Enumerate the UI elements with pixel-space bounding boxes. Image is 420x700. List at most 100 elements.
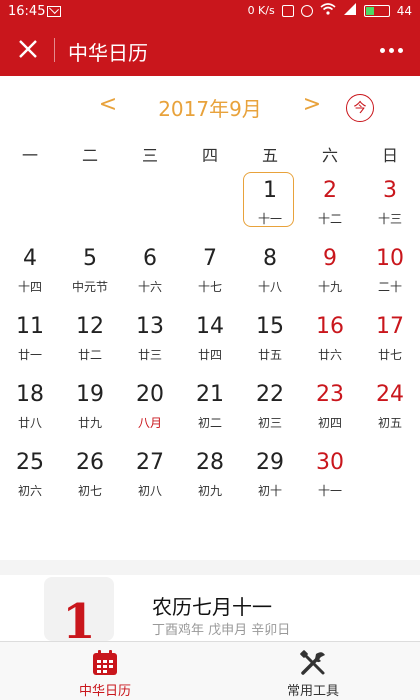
lunar-day: 十八: [257, 280, 282, 294]
status-bar: 16:45 0 K/s 44: [0, 0, 420, 24]
month-navigation: < 2017年9月 > 今: [0, 76, 420, 136]
tab-tools[interactable]: 常用工具: [258, 648, 368, 699]
day-number: 14: [196, 314, 224, 339]
calendar-day-cell: [0, 170, 60, 238]
lunar-day: 廿五: [257, 348, 282, 362]
calendar-day-cell[interactable]: 13 廿三: [120, 306, 180, 374]
calendar-day-cell[interactable]: 14 廿四: [180, 306, 240, 374]
day-number: 27: [136, 450, 164, 475]
weekday-header: 一 二 三 四 五 六 日: [0, 142, 420, 168]
lunar-day: 十一: [257, 212, 282, 226]
next-month-button[interactable]: >: [300, 92, 324, 117]
calendar-day-cell[interactable]: 24 初五: [360, 374, 420, 442]
day-number: 23: [316, 382, 344, 407]
tools-icon: [300, 650, 325, 675]
day-number: 29: [256, 450, 284, 475]
tab-calendar[interactable]: 中华日历: [50, 648, 160, 699]
calendar-day-cell: [360, 442, 420, 510]
calendar-day-cell[interactable]: 16 廿六: [300, 306, 360, 374]
calendar-week-row: 25 初六 26 初七 27 初八 28 初九 29 初十 30 十一: [0, 442, 420, 510]
weekday-label: 一: [21, 146, 38, 165]
calendar-day-cell[interactable]: 25 初六: [0, 442, 60, 510]
day-number: 21: [196, 382, 224, 407]
calendar-week-row: 11 廿一 12 廿二 13 廿三 14 廿四 15 廿五 16 廿六 17 廿七: [0, 306, 420, 374]
day-number: 15: [256, 314, 284, 339]
tab-calendar-label: 中华日历: [78, 684, 131, 699]
calendar-day-cell[interactable]: 15 廿五: [240, 306, 300, 374]
calendar-day-cell[interactable]: 18 廿八: [0, 374, 60, 442]
title-divider: [54, 38, 55, 62]
day-number: 8: [263, 246, 277, 271]
lunar-day: 廿七: [377, 348, 402, 362]
close-icon: [19, 40, 37, 58]
calendar-day-cell[interactable]: 26 初七: [60, 442, 120, 510]
lunar-day: 初二: [197, 416, 222, 430]
weekday-label: 三: [141, 146, 158, 165]
close-button[interactable]: [14, 36, 42, 64]
calendar-day-cell[interactable]: 8 十八: [240, 238, 300, 306]
calendar-week-row: 1 十一 2 十二 3 十三: [0, 170, 420, 238]
calendar-day-cell[interactable]: 30 十一: [300, 442, 360, 510]
calendar-day-cell[interactable]: 17 廿七: [360, 306, 420, 374]
prev-month-button[interactable]: <: [96, 92, 120, 117]
weekday-label: 五: [261, 146, 278, 165]
more-dot-icon: [379, 47, 385, 53]
day-number: 2: [323, 178, 337, 203]
today-button[interactable]: 今: [346, 94, 374, 122]
wifi-icon: [320, 3, 336, 18]
calendar-day-cell[interactable]: 22 初三: [240, 374, 300, 442]
day-number: 28: [196, 450, 224, 475]
lunar-day: 廿四: [197, 348, 222, 362]
battery-fill: [365, 6, 375, 15]
lunar-day: 廿八: [17, 416, 42, 430]
calendar-day-cell[interactable]: 19 廿九: [60, 374, 120, 442]
day-number: 20: [136, 382, 164, 407]
calendar-day-cell[interactable]: 4 十四: [0, 238, 60, 306]
calendar-day-cell[interactable]: 11 廿一: [0, 306, 60, 374]
calendar-day-cell[interactable]: 23 初四: [300, 374, 360, 442]
calendar-day-cell[interactable]: 3 十三: [360, 170, 420, 238]
calendar-day-cell[interactable]: 21 初二: [180, 374, 240, 442]
calendar-day-cell[interactable]: 5 中元节: [60, 238, 120, 306]
day-number: 30: [316, 450, 344, 475]
net-speed: 0 K/s: [247, 4, 275, 17]
lunar-day: 二十: [377, 280, 402, 294]
day-number: 22: [256, 382, 284, 407]
lunar-day: 初五: [377, 416, 402, 430]
calendar-day-cell[interactable]: 28 初九: [180, 442, 240, 510]
lunar-day: 十六: [137, 280, 162, 294]
tab-tools-label: 常用工具: [286, 684, 339, 699]
month-label[interactable]: 2017年9月: [130, 93, 290, 122]
alarm-icon: [300, 4, 313, 17]
ganzhi-text: 丁酉鸡年 戊申月 辛卯日: [152, 623, 291, 638]
day-number: 16: [316, 314, 344, 339]
lunar-day: 八月: [137, 416, 162, 430]
big-day-number: 1: [44, 577, 114, 641]
more-dot-icon: [397, 47, 403, 53]
calendar-day-cell[interactable]: 12 廿二: [60, 306, 120, 374]
calendar-day-cell[interactable]: 10 二十: [360, 238, 420, 306]
calendar-day-cell[interactable]: 9 十九: [300, 238, 360, 306]
calendar-day-cell[interactable]: 2 十二: [300, 170, 360, 238]
day-number: 17: [376, 314, 404, 339]
day-number: 5: [83, 246, 97, 271]
day-number: 19: [76, 382, 104, 407]
calendar-day-cell[interactable]: 29 初十: [240, 442, 300, 510]
day-detail-card[interactable]: 1 农历七月十一 丁酉鸡年 戊申月 辛卯日: [0, 575, 420, 641]
more-menu-button[interactable]: [376, 36, 406, 64]
lunar-day: 十七: [197, 280, 222, 294]
day-number: 13: [136, 314, 164, 339]
day-number: 3: [383, 178, 397, 203]
weekday-label: 四: [201, 146, 218, 165]
more-dot-icon: [388, 47, 394, 53]
weekday-label: 日: [381, 146, 398, 165]
lunar-day: 初三: [257, 416, 282, 430]
calendar-grid: 1 十一 2 十二 3 十三 4 十四 5 中元节 6 十六 7 十七 8 十八 9 十九 10 二十 11 廿一 12 廿二…: [0, 170, 420, 510]
calendar-day-cell[interactable]: 20 八月: [120, 374, 180, 442]
calendar-day-cell[interactable]: 1 十一: [240, 170, 300, 238]
lunar-day: 初六: [17, 484, 42, 498]
calendar-day-cell[interactable]: 27 初八: [120, 442, 180, 510]
calendar-day-cell[interactable]: 6 十六: [120, 238, 180, 306]
calendar-day-cell: [120, 170, 180, 238]
calendar-day-cell[interactable]: 7 十七: [180, 238, 240, 306]
